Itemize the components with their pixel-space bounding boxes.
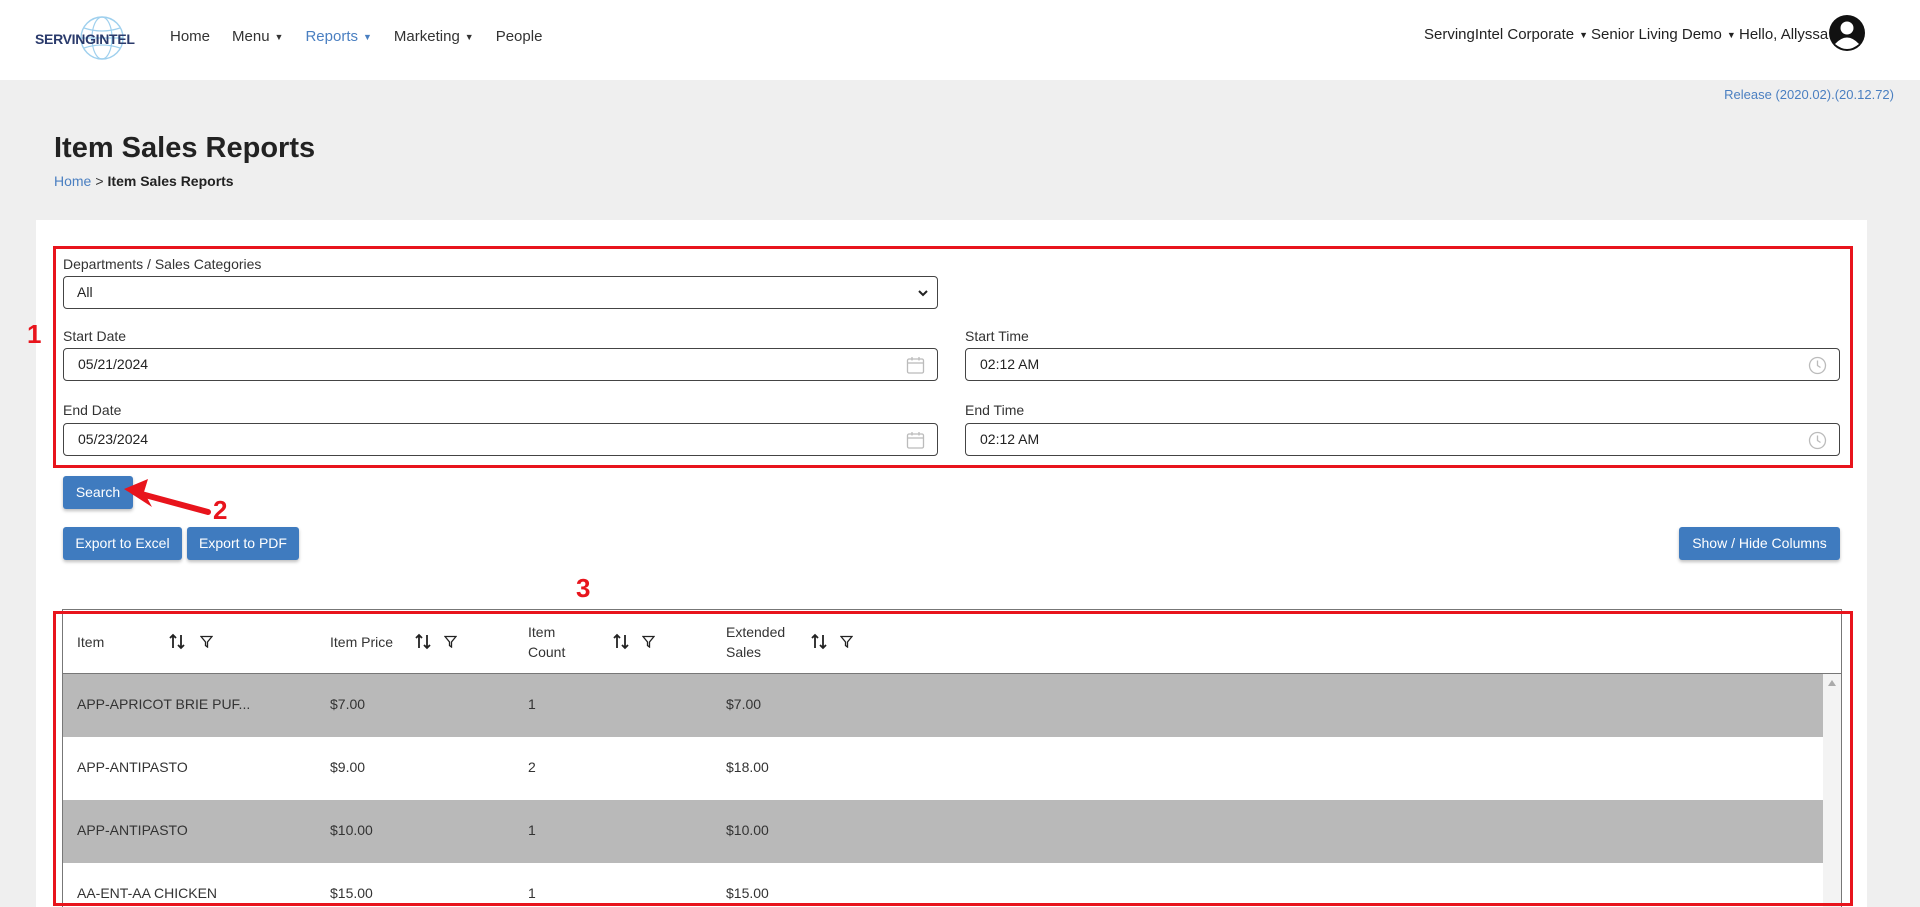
logo-text: SERVINGINTEL [35, 31, 135, 47]
org-selector[interactable]: ServingIntel Corporate ▼ [1424, 26, 1588, 43]
annotation-box-1 [53, 246, 1853, 468]
breadcrumb: Home > Item Sales Reports [54, 173, 234, 189]
annotation-number-3: 3 [576, 573, 591, 603]
site-label: Senior Living Demo [1591, 26, 1722, 43]
nav-home-label: Home [170, 28, 211, 45]
org-label: ServingIntel Corporate [1424, 26, 1575, 43]
annotation-number-2: 2 [213, 495, 228, 525]
nav-reports-label: Reports [305, 28, 358, 45]
show-hide-columns-button[interactable]: Show / Hide Columns [1679, 527, 1840, 560]
chevron-down-icon: ▼ [464, 32, 474, 42]
nav-reports[interactable]: Reports ▼ [305, 28, 371, 45]
nav-marketing[interactable]: Marketing ▼ [394, 28, 474, 45]
export-pdf-button[interactable]: Export to PDF [187, 527, 299, 560]
nav-home[interactable]: Home [170, 28, 210, 45]
nav-people[interactable]: People [496, 28, 543, 45]
main-nav: Home Menu ▼ Reports ▼ Marketing ▼ People [170, 28, 564, 45]
breadcrumb-current: Item Sales Reports [107, 173, 234, 189]
nav-menu-label: Menu [232, 28, 270, 45]
breadcrumb-separator: > [95, 173, 104, 189]
site-selector[interactable]: Senior Living Demo ▼ [1591, 26, 1736, 43]
chevron-down-icon: ▼ [363, 32, 372, 42]
chevron-down-icon: ▼ [1726, 30, 1736, 40]
nav-marketing-label: Marketing [393, 28, 460, 45]
annotation-number-1: 1 [27, 319, 42, 349]
chevron-down-icon: ▼ [274, 32, 284, 42]
chevron-down-icon: ▼ [1579, 30, 1589, 40]
breadcrumb-home[interactable]: Home [54, 173, 91, 189]
nav-people-label: People [495, 28, 543, 45]
servingintel-logo[interactable]: SERVINGINTEL [35, 14, 155, 62]
nav-menu[interactable]: Menu ▼ [232, 28, 283, 45]
user-avatar-icon[interactable] [1828, 14, 1866, 52]
release-version: Release (2020.02).(20.12.72) [1724, 87, 1894, 102]
page-title: Item Sales Reports [54, 132, 316, 164]
export-excel-button[interactable]: Export to Excel [63, 527, 182, 560]
top-navbar: SERVINGINTEL Home Menu ▼ Reports ▼ Marketi… [0, 0, 1920, 80]
annotation-box-3 [53, 611, 1853, 906]
user-greeting[interactable]: Hello, Allyssa [1739, 26, 1828, 43]
